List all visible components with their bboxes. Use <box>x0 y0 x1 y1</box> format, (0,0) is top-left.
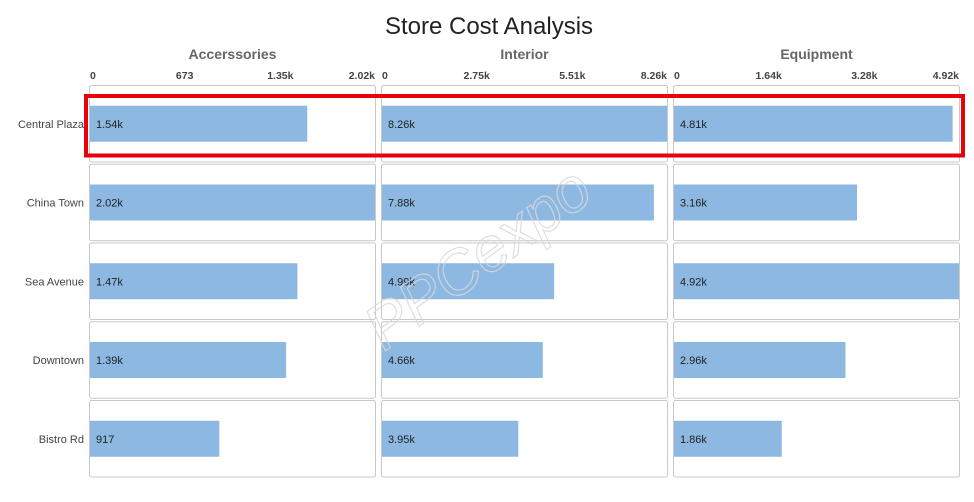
data-label-accerssories-bistro-rd: 917 <box>96 434 114 446</box>
chart-svg: Store Cost Analysis Accerssories 0 673 1.35… <box>18 13 965 478</box>
category-label-bistro-rd: Bistro Rd <box>39 434 84 446</box>
bar-equipment-central-plaza[interactable] <box>674 105 953 142</box>
data-label-interior-china-town: 7.88k <box>388 198 415 210</box>
data-label-accerssories-downtown: 1.39k <box>96 355 123 367</box>
category-label-china-town: China Town <box>27 198 84 210</box>
data-label-interior-central-plaza: 8.26k <box>388 119 415 131</box>
bar-accerssories-china-town[interactable] <box>90 184 375 221</box>
data-label-accerssories-sea-avenue: 1.47k <box>96 276 123 288</box>
tick-label-interior-1: 2.75k <box>464 70 490 82</box>
tick-label-equipment-1: 1.64k <box>756 70 782 82</box>
data-label-equipment-central-plaza: 4.81k <box>680 119 707 131</box>
data-label-equipment-sea-avenue: 4.92k <box>680 276 707 288</box>
series-header-accerssories: Accerssories <box>189 46 277 62</box>
tick-label-equipment-0: 0 <box>674 70 680 82</box>
data-label-accerssories-china-town: 2.02k <box>96 198 123 210</box>
category-label-downtown: Downtown <box>33 355 84 367</box>
data-label-equipment-china-town: 3.16k <box>680 198 707 210</box>
panel-accerssories: Accerssories 0 673 1.35k 2.02k 1.54k 2.02k 1.47… <box>89 46 376 478</box>
tick-label-interior-0: 0 <box>382 70 388 82</box>
data-label-accerssories-central-plaza: 1.54k <box>96 119 123 131</box>
bar-equipment-sea-avenue[interactable] <box>674 263 959 300</box>
tick-label-accerssories-1: 673 <box>176 70 194 82</box>
data-label-equipment-bistro-rd: 1.86k <box>680 434 707 446</box>
series-header-equipment: Equipment <box>780 46 853 62</box>
tick-label-accerssories-0: 0 <box>90 70 96 82</box>
category-label-central-plaza: Central Plaza <box>18 119 85 131</box>
chart-title: Store Cost Analysis <box>385 13 593 40</box>
tick-label-accerssories-3: 2.02k <box>349 70 375 82</box>
data-label-interior-bistro-rd: 3.95k <box>388 434 415 446</box>
category-label-sea-avenue: Sea Avenue <box>25 276 84 288</box>
tick-label-interior-3: 8.26k <box>641 70 667 82</box>
tick-label-equipment-3: 4.92k <box>933 70 959 82</box>
panel-equipment: Equipment 0 1.64k 3.28k 4.92k 4.81k 3.16k 4.92k… <box>673 46 960 478</box>
tick-label-accerssories-2: 1.35k <box>267 70 293 82</box>
tick-label-interior-2: 5.51k <box>559 70 585 82</box>
chart: Store Cost Analysis Accerssories 0 673 1.35… <box>0 0 974 497</box>
category-labels: Central Plaza China Town Sea Avenue Downtow… <box>18 119 85 446</box>
series-header-interior: Interior <box>500 46 549 62</box>
tick-label-equipment-2: 3.28k <box>851 70 877 82</box>
bar-interior-central-plaza[interactable] <box>382 105 667 142</box>
data-label-equipment-downtown: 2.96k <box>680 355 707 367</box>
